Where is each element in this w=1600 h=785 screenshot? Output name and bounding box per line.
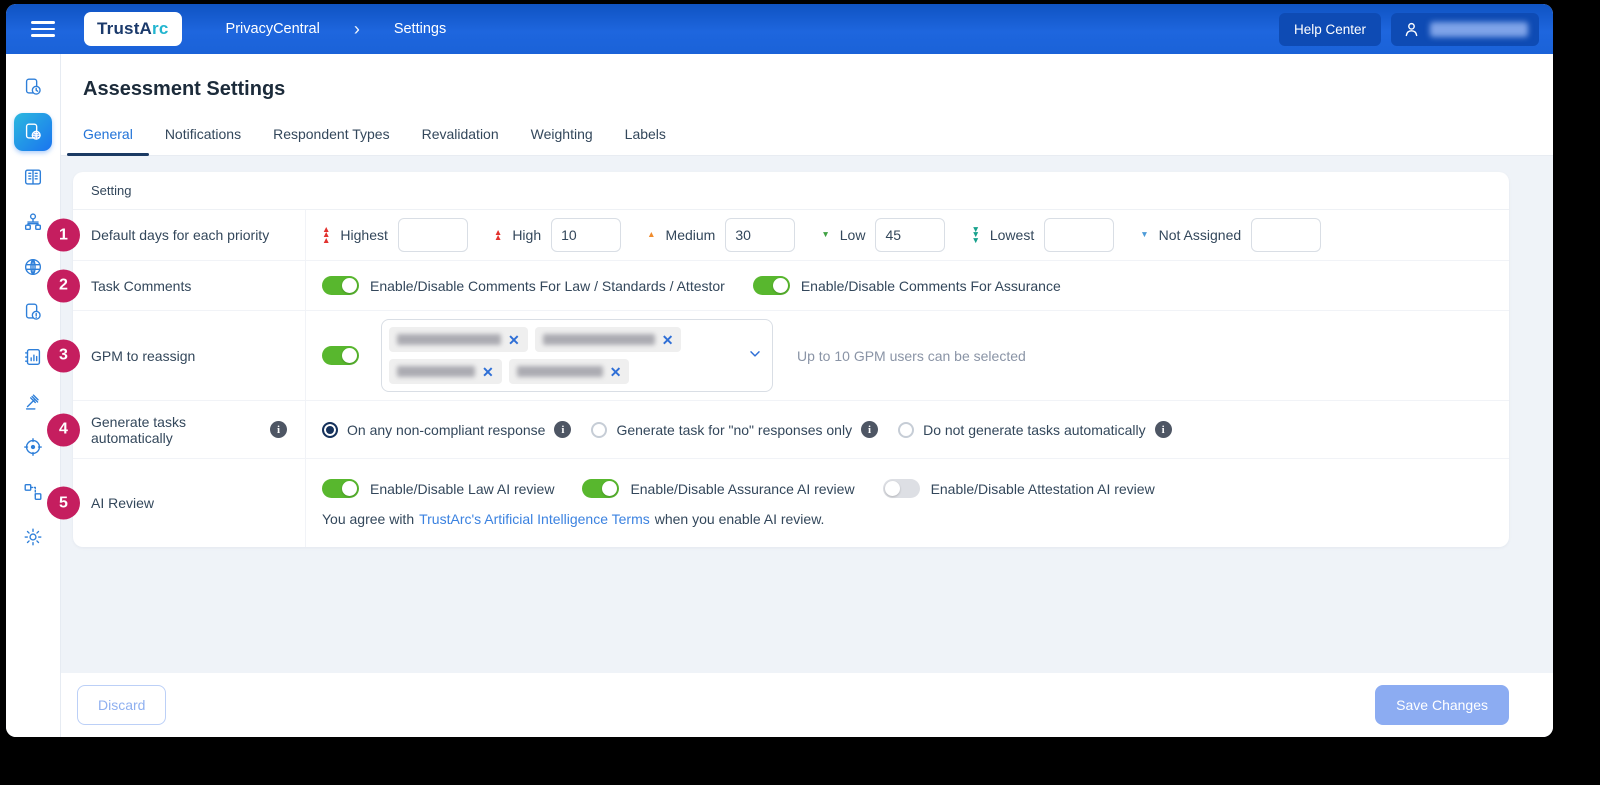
settings-column-header: Setting	[73, 172, 1509, 210]
tab-general[interactable]: General	[67, 113, 149, 156]
info-icon[interactable]: i	[861, 421, 879, 438]
priority-medium-icon: ▲	[647, 229, 656, 240]
comments-assurance-toggle[interactable]	[752, 276, 790, 295]
action-footer: Discard Save Changes	[61, 673, 1553, 737]
row-label: Task Comments	[73, 261, 306, 310]
nav-brain-globe-icon[interactable]	[14, 248, 52, 286]
nav-table-columns-icon[interactable]	[14, 158, 52, 196]
breadcrumb-app[interactable]: PrivacyCentral	[226, 21, 320, 37]
nav-document-globe-icon[interactable]	[14, 113, 52, 151]
high-days-input[interactable]	[551, 218, 622, 252]
info-icon[interactable]: i	[1154, 421, 1172, 438]
medium-days-input[interactable]	[725, 218, 796, 252]
gpm-user-chip: ✕	[389, 327, 528, 352]
highest-days-input[interactable]	[397, 218, 468, 252]
nav-document-clock-icon[interactable]	[14, 68, 52, 106]
row-task-comments: 2 Task Comments Enable/Disable Comments …	[47, 261, 1509, 311]
priority-low: ▼ Low	[821, 218, 946, 252]
gpm-user-chip: ✕	[389, 359, 502, 384]
tab-revalidation[interactable]: Revalidation	[406, 113, 515, 155]
priority-not-assigned-icon: ▼	[1140, 229, 1149, 240]
priority-high-icon: ▲ ▲	[493, 226, 503, 242]
breadcrumb-chevron-icon: ›	[353, 18, 360, 39]
info-icon[interactable]: i	[270, 421, 287, 438]
row-default-days: 1 Default days for each priority ▲ ▲ ▲ Hig…	[47, 210, 1509, 261]
chevron-down-icon[interactable]	[747, 345, 763, 366]
gpm-reassign-toggle[interactable]	[322, 346, 359, 365]
radio-non-compliant[interactable]	[322, 421, 338, 438]
user-icon	[1405, 22, 1418, 36]
assurance-ai-review-toggle[interactable]	[582, 479, 620, 498]
priority-lowest: ▼ ▼ ▼ Lowest	[971, 218, 1115, 252]
chip-remove-icon[interactable]: ✕	[610, 365, 622, 379]
settings-card: Setting 1 Default days for each priority…	[47, 172, 1509, 547]
lowest-days-input[interactable]	[1044, 218, 1115, 252]
step-badge-2: 2	[47, 269, 80, 302]
nav-document-alert-icon[interactable]	[14, 293, 52, 331]
nav-target-icon[interactable]	[14, 428, 52, 466]
priority-medium: ▲ Medium	[647, 218, 796, 252]
priority-high: ▲ ▲ High	[493, 218, 622, 252]
low-days-input[interactable]	[875, 218, 946, 252]
row-ai-review: 5 AI Review Enable/Disable Law AI review	[47, 459, 1509, 547]
row-label: Default days for each priority	[73, 210, 306, 260]
tab-bar: General Notifications Respondent Types R…	[61, 113, 1553, 156]
row-label: AI Review	[73, 459, 306, 547]
gpm-users-multiselect[interactable]: ✕ ✕ ✕ ✕	[381, 319, 773, 392]
trustarc-logo[interactable]: TrustArc	[84, 12, 182, 46]
side-navigation	[6, 54, 61, 737]
row-generate-tasks: 4 Generate tasks automatically i On any …	[47, 401, 1509, 459]
row-label: Generate tasks automatically i	[73, 401, 306, 458]
breadcrumb-page[interactable]: Settings	[394, 21, 446, 37]
gpm-user-chip: ✕	[534, 327, 682, 352]
page-title: Assessment Settings	[83, 78, 286, 100]
attestation-ai-review-toggle[interactable]	[882, 479, 920, 498]
priority-lowest-icon: ▼ ▼ ▼	[971, 223, 980, 245]
tab-notifications[interactable]: Notifications	[149, 113, 257, 155]
not-assigned-days-input[interactable]	[1251, 218, 1322, 252]
gpm-user-chip: ✕	[508, 359, 630, 384]
radio-do-not-generate[interactable]	[898, 421, 915, 438]
step-badge-1: 1	[47, 218, 80, 252]
priority-low-icon: ▼	[821, 229, 830, 240]
ai-terms-link[interactable]: TrustArc's Artificial Intelligence Terms	[419, 511, 650, 527]
app-window: TrustArc PrivacyCentral › Settings Help …	[6, 4, 1553, 737]
step-badge-5: 5	[47, 486, 80, 520]
nav-gear-icon[interactable]	[14, 518, 52, 556]
save-changes-button[interactable]: Save Changes	[1375, 685, 1509, 725]
nav-gavel-icon[interactable]	[14, 383, 52, 421]
discard-button[interactable]: Discard	[77, 685, 167, 725]
page-header: Assessment Settings General Notification…	[61, 54, 1553, 156]
breadcrumb: PrivacyCentral › Settings	[226, 19, 447, 40]
hamburger-menu-icon[interactable]	[30, 19, 56, 39]
help-center-button[interactable]: Help Center	[1278, 12, 1381, 46]
tab-respondent-types[interactable]: Respondent Types	[257, 113, 406, 155]
user-menu[interactable]	[1391, 12, 1539, 46]
gpm-helper-text: Up to 10 GPM users can be selected	[797, 347, 1026, 364]
topbar: TrustArc PrivacyCentral › Settings Help …	[6, 4, 1553, 54]
step-badge-4: 4	[47, 413, 80, 446]
user-name-redacted	[1430, 21, 1528, 37]
priority-highest-icon: ▲ ▲ ▲	[322, 223, 331, 245]
chip-remove-icon[interactable]: ✕	[482, 365, 494, 379]
law-ai-review-toggle[interactable]	[322, 479, 359, 498]
step-badge-3: 3	[47, 339, 80, 372]
ai-terms-agreement: You agree with TrustArc's Artificial Inte…	[322, 511, 825, 527]
chip-remove-icon[interactable]: ✕	[662, 333, 674, 347]
radio-no-responses-only[interactable]	[591, 421, 608, 438]
priority-highest: ▲ ▲ ▲ Highest	[322, 218, 468, 252]
settings-content: Setting 1 Default days for each priority…	[47, 156, 1553, 673]
chip-remove-icon[interactable]: ✕	[508, 333, 520, 347]
tab-weighting[interactable]: Weighting	[515, 113, 609, 155]
priority-not-assigned: ▼ Not Assigned	[1140, 218, 1322, 252]
row-label: GPM to reassign	[73, 311, 306, 400]
row-gpm-reassign: 3 GPM to reassign ✕ ✕ ✕ ✕ Up to 10 GPM u…	[47, 311, 1509, 401]
comments-law-toggle[interactable]	[322, 276, 359, 295]
info-icon[interactable]: i	[554, 421, 572, 438]
tab-labels[interactable]: Labels	[609, 113, 682, 155]
